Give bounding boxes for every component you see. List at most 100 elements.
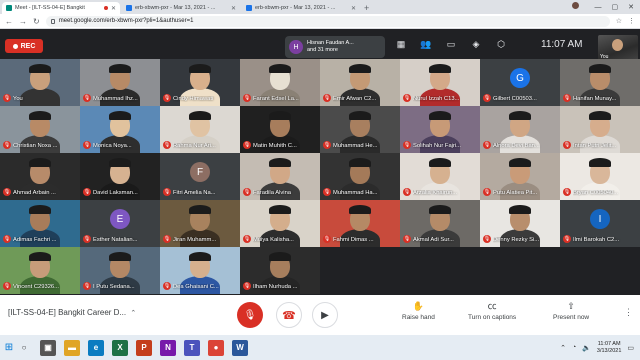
muted-mic-icon: 🎙: [323, 235, 331, 243]
more-options-icon[interactable]: ⋮: [624, 307, 633, 318]
url-field[interactable]: meet.google.com/erb-xbwm-pxr?pli=1&authu…: [45, 15, 610, 27]
camera-toggle-button[interactable]: ▶: [312, 302, 338, 328]
participant-tile[interactable]: 🎙 Fahmi Dimas ...: [320, 200, 400, 247]
participant-tile[interactable]: 🎙 Faradila Alvina: [240, 153, 320, 200]
task-view-icon[interactable]: ▣: [40, 339, 56, 356]
participant-hair: [29, 205, 51, 214]
participant-hair: [29, 252, 51, 261]
participant-tile[interactable]: 🎙 Christian Noxa ...: [0, 106, 80, 153]
participant-tile[interactable]: 🎙 I Putu Sedana...: [80, 247, 160, 294]
participant-tile[interactable]: 🎙 Dea Ghaisani C...: [160, 247, 240, 294]
meet-call-area: REC H Hisnan Faudan A... and 31 more ▦ 👥…: [0, 29, 640, 335]
maximize-icon[interactable]: ▢: [612, 2, 619, 14]
close-tab-icon[interactable]: ✕: [111, 5, 116, 12]
presenter-chip[interactable]: H Hisnan Faudan A... and 31 more: [285, 36, 385, 58]
tab-meet[interactable]: Meet - [ILT-SS-04-E] Bangkit ✕: [2, 2, 120, 14]
teams-icon[interactable]: T: [184, 339, 200, 356]
mic-toggle-button[interactable]: 🎙: [237, 302, 263, 328]
participant-tile[interactable]: 🎙 Farant Edsel La...: [240, 59, 320, 106]
participant-tile[interactable]: 🎙 Monica Noya...: [80, 106, 160, 153]
participant-tile[interactable]: 🎙 Alnora Devi Ban...: [480, 106, 560, 153]
participant-tile[interactable]: 🎙 Muhammad Ha...: [320, 153, 400, 200]
participant-name: Arzalia Khairun...: [413, 190, 458, 196]
participant-hair: [29, 64, 51, 73]
participant-tile[interactable]: 🎙 Cindy Himawati: [160, 59, 240, 106]
participant-tile[interactable]: I 🎙 Ilmi Barokah C2...: [560, 200, 640, 247]
chat-icon[interactable]: ▭: [445, 38, 457, 50]
onenote-icon[interactable]: N: [160, 339, 176, 356]
participant-tile[interactable]: 🎙 Nurul Izzah C13...: [400, 59, 480, 106]
edge-icon[interactable]: e: [88, 339, 104, 356]
participant-name: Gilbert C00503...: [493, 96, 537, 102]
close-tab-icon[interactable]: ✕: [351, 5, 356, 12]
participant-tile[interactable]: 🎙 Bryan C005040...: [560, 153, 640, 200]
minimize-icon[interactable]: —: [595, 2, 602, 14]
meeting-details[interactable]: [ILT-SS-04-E] Bangkit Career D... ⌃: [8, 308, 136, 317]
captions-button[interactable]: ㏄ Turn on captions: [468, 301, 516, 321]
participant-name: Denny Rezky Si...: [493, 237, 540, 243]
participant-hair: [269, 158, 291, 167]
raise-hand-button[interactable]: ✋ Raise hand: [402, 301, 435, 321]
volume-icon[interactable]: 🔈: [582, 344, 591, 352]
chrome-icon[interactable]: ●: [208, 339, 224, 356]
participant-tile[interactable]: 🎙 Muhammad Ihz...: [80, 59, 160, 106]
file-explorer-icon[interactable]: ▬: [64, 339, 80, 356]
present-now-button[interactable]: ⇧ Present now: [553, 301, 589, 321]
search-icon[interactable]: ○: [18, 335, 30, 360]
participant-tile[interactable]: 🎙 Hanifan Munay...: [560, 59, 640, 106]
participant-hair: [29, 111, 51, 120]
participant-hair: [509, 111, 531, 120]
participant-tile[interactable]: 🎙 Muiya Kalisha...: [240, 200, 320, 247]
participant-tile[interactable]: 🎙 Muhammad He...: [320, 106, 400, 153]
participant-tile[interactable]: G 🎙 Gilbert C00503...: [480, 59, 560, 106]
forward-icon[interactable]: →: [19, 17, 27, 26]
participant-tile[interactable]: 🎙 Jiran Muhamm...: [160, 200, 240, 247]
participant-tile[interactable]: 🎙 Putu Alatiea Pit...: [480, 153, 560, 200]
participant-tile[interactable]: 🎙 Vincent C29326...: [0, 247, 80, 294]
participant-tile[interactable]: F 🎙 Fitri Amelia Na...: [160, 153, 240, 200]
participant-name: Nurul Izzah C13...: [413, 96, 460, 102]
powerpoint-icon[interactable]: P: [136, 339, 152, 356]
taskbar-clock[interactable]: 11:07 AM 3/13/2021: [597, 341, 621, 355]
participant-tile[interactable]: 🎙 Ilham Nurhuda ...: [240, 247, 320, 294]
profile-avatar[interactable]: [571, 2, 579, 9]
leave-call-button[interactable]: ☎: [276, 302, 302, 328]
star-icon[interactable]: ☆: [616, 17, 622, 25]
new-tab-icon[interactable]: +: [364, 2, 369, 14]
participant-tile[interactable]: 🎙 Ahmad Arbain ...: [0, 153, 80, 200]
participant-tile[interactable]: 🎙 Solihah Nur Fajri...: [400, 106, 480, 153]
captions-label: Turn on captions: [468, 314, 517, 321]
recording-icon: [103, 6, 108, 10]
participant-name: Vincent C29326...: [13, 284, 59, 290]
layout-grid-icon[interactable]: ▦: [395, 38, 407, 50]
start-windows-icon[interactable]: ⊞: [0, 335, 18, 360]
participant-tile[interactable]: 🎙 Intan Putri Jelit...: [560, 106, 640, 153]
back-icon[interactable]: ←: [5, 17, 13, 26]
participant-tile[interactable]: E 🎙 Esther Natalian...: [80, 200, 160, 247]
tab-recording-2[interactable]: erb-xbwm-pxr - Mar 13, 2021 - ... ✕: [242, 2, 360, 14]
participant-tile[interactable]: 🎙 Matin Muhith C...: [240, 106, 320, 153]
tab-recording-1[interactable]: erb-xbwm-pxr - Mar 13, 2021 - ... ✕: [122, 2, 240, 14]
close-window-icon[interactable]: ✕: [628, 2, 634, 14]
reload-icon[interactable]: ↻: [33, 17, 40, 26]
network-icon[interactable]: ◔: [572, 344, 576, 351]
chevron-up-icon[interactable]: ⌃: [560, 344, 566, 352]
participant-tile[interactable]: 🎙 Emir Afwan C2...: [320, 59, 400, 106]
shapes-icon[interactable]: ⬡: [495, 38, 507, 50]
participant-tile[interactable]: 🎙 You: [0, 59, 80, 106]
activities-icon[interactable]: ◈: [470, 38, 482, 50]
participant-name: Putu Alatiea Pit...: [493, 190, 538, 196]
participant-tile[interactable]: 🎙 David Laksman...: [80, 153, 160, 200]
close-tab-icon[interactable]: ✕: [231, 5, 236, 12]
participant-tile[interactable]: 🎙 Akmal Adi Sur...: [400, 200, 480, 247]
excel-icon[interactable]: X: [112, 339, 128, 356]
participant-tile[interactable]: 🎙 Arzalia Khairun...: [400, 153, 480, 200]
self-view-tile[interactable]: You: [598, 35, 638, 61]
participant-tile[interactable]: 🎙 Rahma Nur Ari...: [160, 106, 240, 153]
participant-tile[interactable]: 🎙 Adimas Fachri ...: [0, 200, 80, 247]
participant-tile[interactable]: 🎙 Denny Rezky Si...: [480, 200, 560, 247]
people-icon[interactable]: 👥: [420, 38, 432, 50]
extensions-icon[interactable]: ⋮: [628, 17, 635, 25]
word-icon[interactable]: W: [232, 339, 248, 356]
notifications-icon[interactable]: ▭: [627, 344, 634, 352]
